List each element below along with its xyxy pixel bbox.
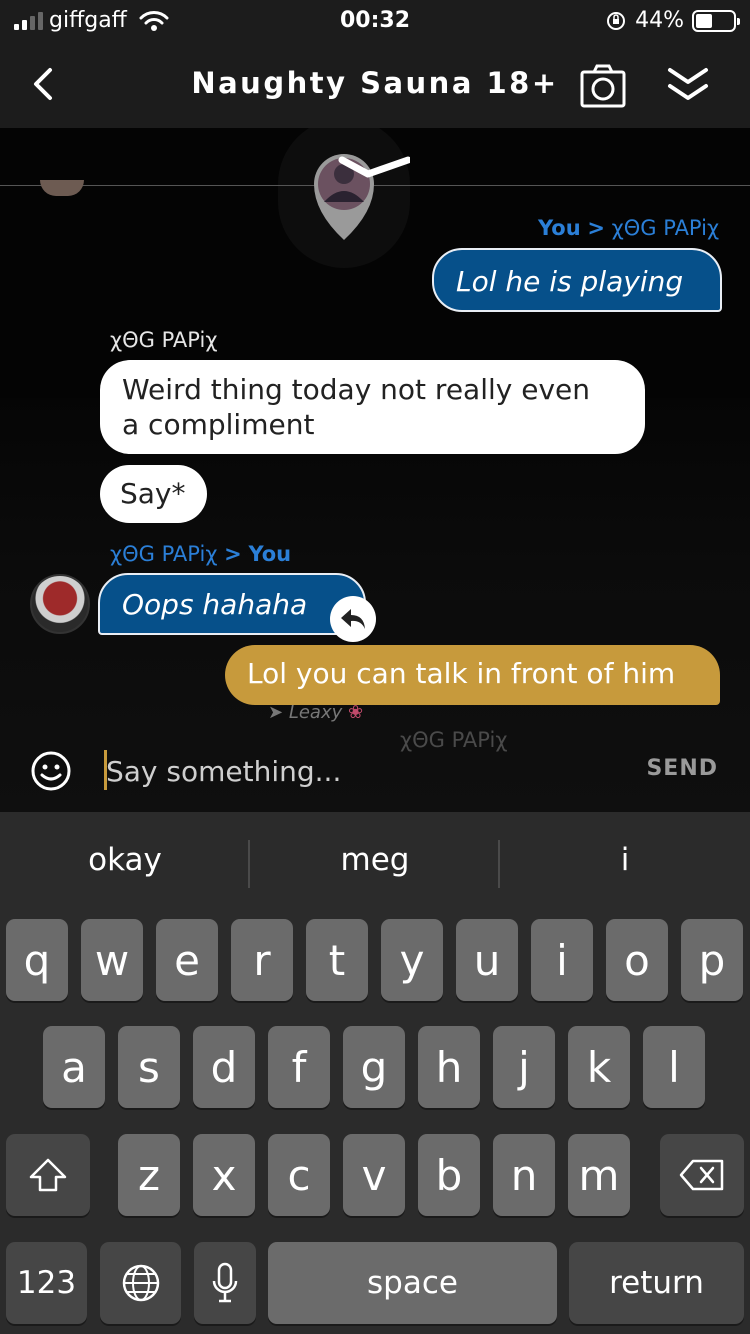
message-bubble-outgoing[interactable]: Lol you can talk in front of him [225,645,720,705]
reply-icon[interactable] [330,596,376,642]
key[interactable]: f [268,1026,330,1108]
numbers-key[interactable]: 123 [6,1242,87,1324]
message-text: Oops hahaha [122,588,308,621]
double-chevron-down-icon[interactable] [664,64,712,108]
key[interactable]: t [306,919,368,1001]
message-input[interactable] [106,748,606,794]
sender-separator: > [587,216,605,240]
key[interactable]: y [381,919,443,1001]
microphone-icon [212,1262,238,1303]
key[interactable]: x [193,1134,255,1216]
key[interactable]: i [531,919,593,1001]
avatar[interactable] [30,574,90,634]
key[interactable]: p [681,919,743,1001]
key[interactable]: b [418,1134,480,1216]
key[interactable]: z [118,1134,180,1216]
suggestion-item[interactable]: i [500,842,750,878]
message-text: a compliment [122,408,315,441]
key[interactable]: e [156,919,218,1001]
key[interactable]: n [493,1134,555,1216]
suggestion-item[interactable]: okay [0,842,250,878]
sender-separator: > [224,542,242,566]
keyboard: okay meg i q w e r t y u i o p a s d f g… [0,812,750,1334]
key[interactable]: m [568,1134,630,1216]
globe-key[interactable] [100,1242,181,1324]
avatar [40,180,84,196]
space-key[interactable]: space [268,1242,557,1324]
message-sender-label: χΘG PAPiχ > You [110,542,291,566]
location-pin-avatar-icon[interactable] [306,142,410,242]
message-input-bar: SEND [0,730,750,812]
key[interactable]: v [343,1134,405,1216]
return-key[interactable]: return [569,1242,744,1324]
message-text: Lol he is playing [456,265,684,298]
shift-icon [29,1158,67,1192]
key[interactable]: l [643,1026,705,1108]
emote-name: Leaxy [288,702,343,723]
suggestion-bar: okay meg i [0,812,750,916]
recipient-name: χΘG PAPiχ [611,216,720,240]
chat-area[interactable]: You > χΘG PAPiχ Lol he is playing χΘG PA… [0,128,750,812]
message-sender-label: χΘG PAPiχ [110,328,218,352]
suggestion-item[interactable]: meg [250,842,500,878]
key[interactable]: j [493,1026,555,1108]
key[interactable]: o [606,919,668,1001]
key[interactable]: k [568,1026,630,1108]
page-title: Naughty Sauna 18+ [191,66,559,100]
key[interactable]: s [118,1026,180,1108]
dictation-key[interactable] [194,1242,256,1324]
message-bubble-incoming[interactable]: Say* [100,465,207,523]
globe-icon [122,1264,159,1302]
bow-icon: ❀ [347,702,364,723]
message-text: Say* [120,477,186,510]
message-text: Weird thing today not really even [122,373,591,406]
status-right: 44% [605,8,740,33]
key[interactable]: w [81,919,143,1001]
emoji-icon[interactable] [30,750,72,792]
key[interactable]: g [343,1026,405,1108]
key[interactable]: u [456,919,518,1001]
chat-header: Naughty Sauna 18+ [0,44,750,128]
delete-key[interactable] [660,1134,744,1216]
back-button[interactable] [22,62,66,106]
sender-name: You [538,216,581,240]
key[interactable]: a [43,1026,105,1108]
status-bar: giffgaff 00:32 44% [0,0,750,44]
message-bubble-outgoing[interactable]: Lol he is playing [432,248,722,312]
key[interactable]: d [193,1026,255,1108]
key[interactable]: c [268,1134,330,1216]
key[interactable]: h [418,1026,480,1108]
message-sender-label: You > χΘG PAPiχ [538,216,719,240]
message-bubble-incoming[interactable]: Oops hahaha [98,573,366,635]
orientation-lock-icon [607,11,626,30]
sender-name: χΘG PAPiχ [110,542,218,566]
shift-key[interactable] [6,1134,90,1216]
key[interactable]: r [231,919,293,1001]
message-text: Lol you can talk in front of him [247,657,676,690]
camera-icon[interactable] [580,64,626,108]
recipient-name: You [248,542,292,566]
send-button[interactable]: SEND [646,756,718,781]
backspace-icon [679,1159,724,1191]
message-bubble-incoming[interactable]: Weird thing today not really even a comp… [100,360,645,454]
key[interactable]: q [6,919,68,1001]
battery-percent: 44% [635,8,684,33]
battery-icon [692,9,740,32]
emote-label: ➤ Leaxy ❀ [268,702,364,723]
